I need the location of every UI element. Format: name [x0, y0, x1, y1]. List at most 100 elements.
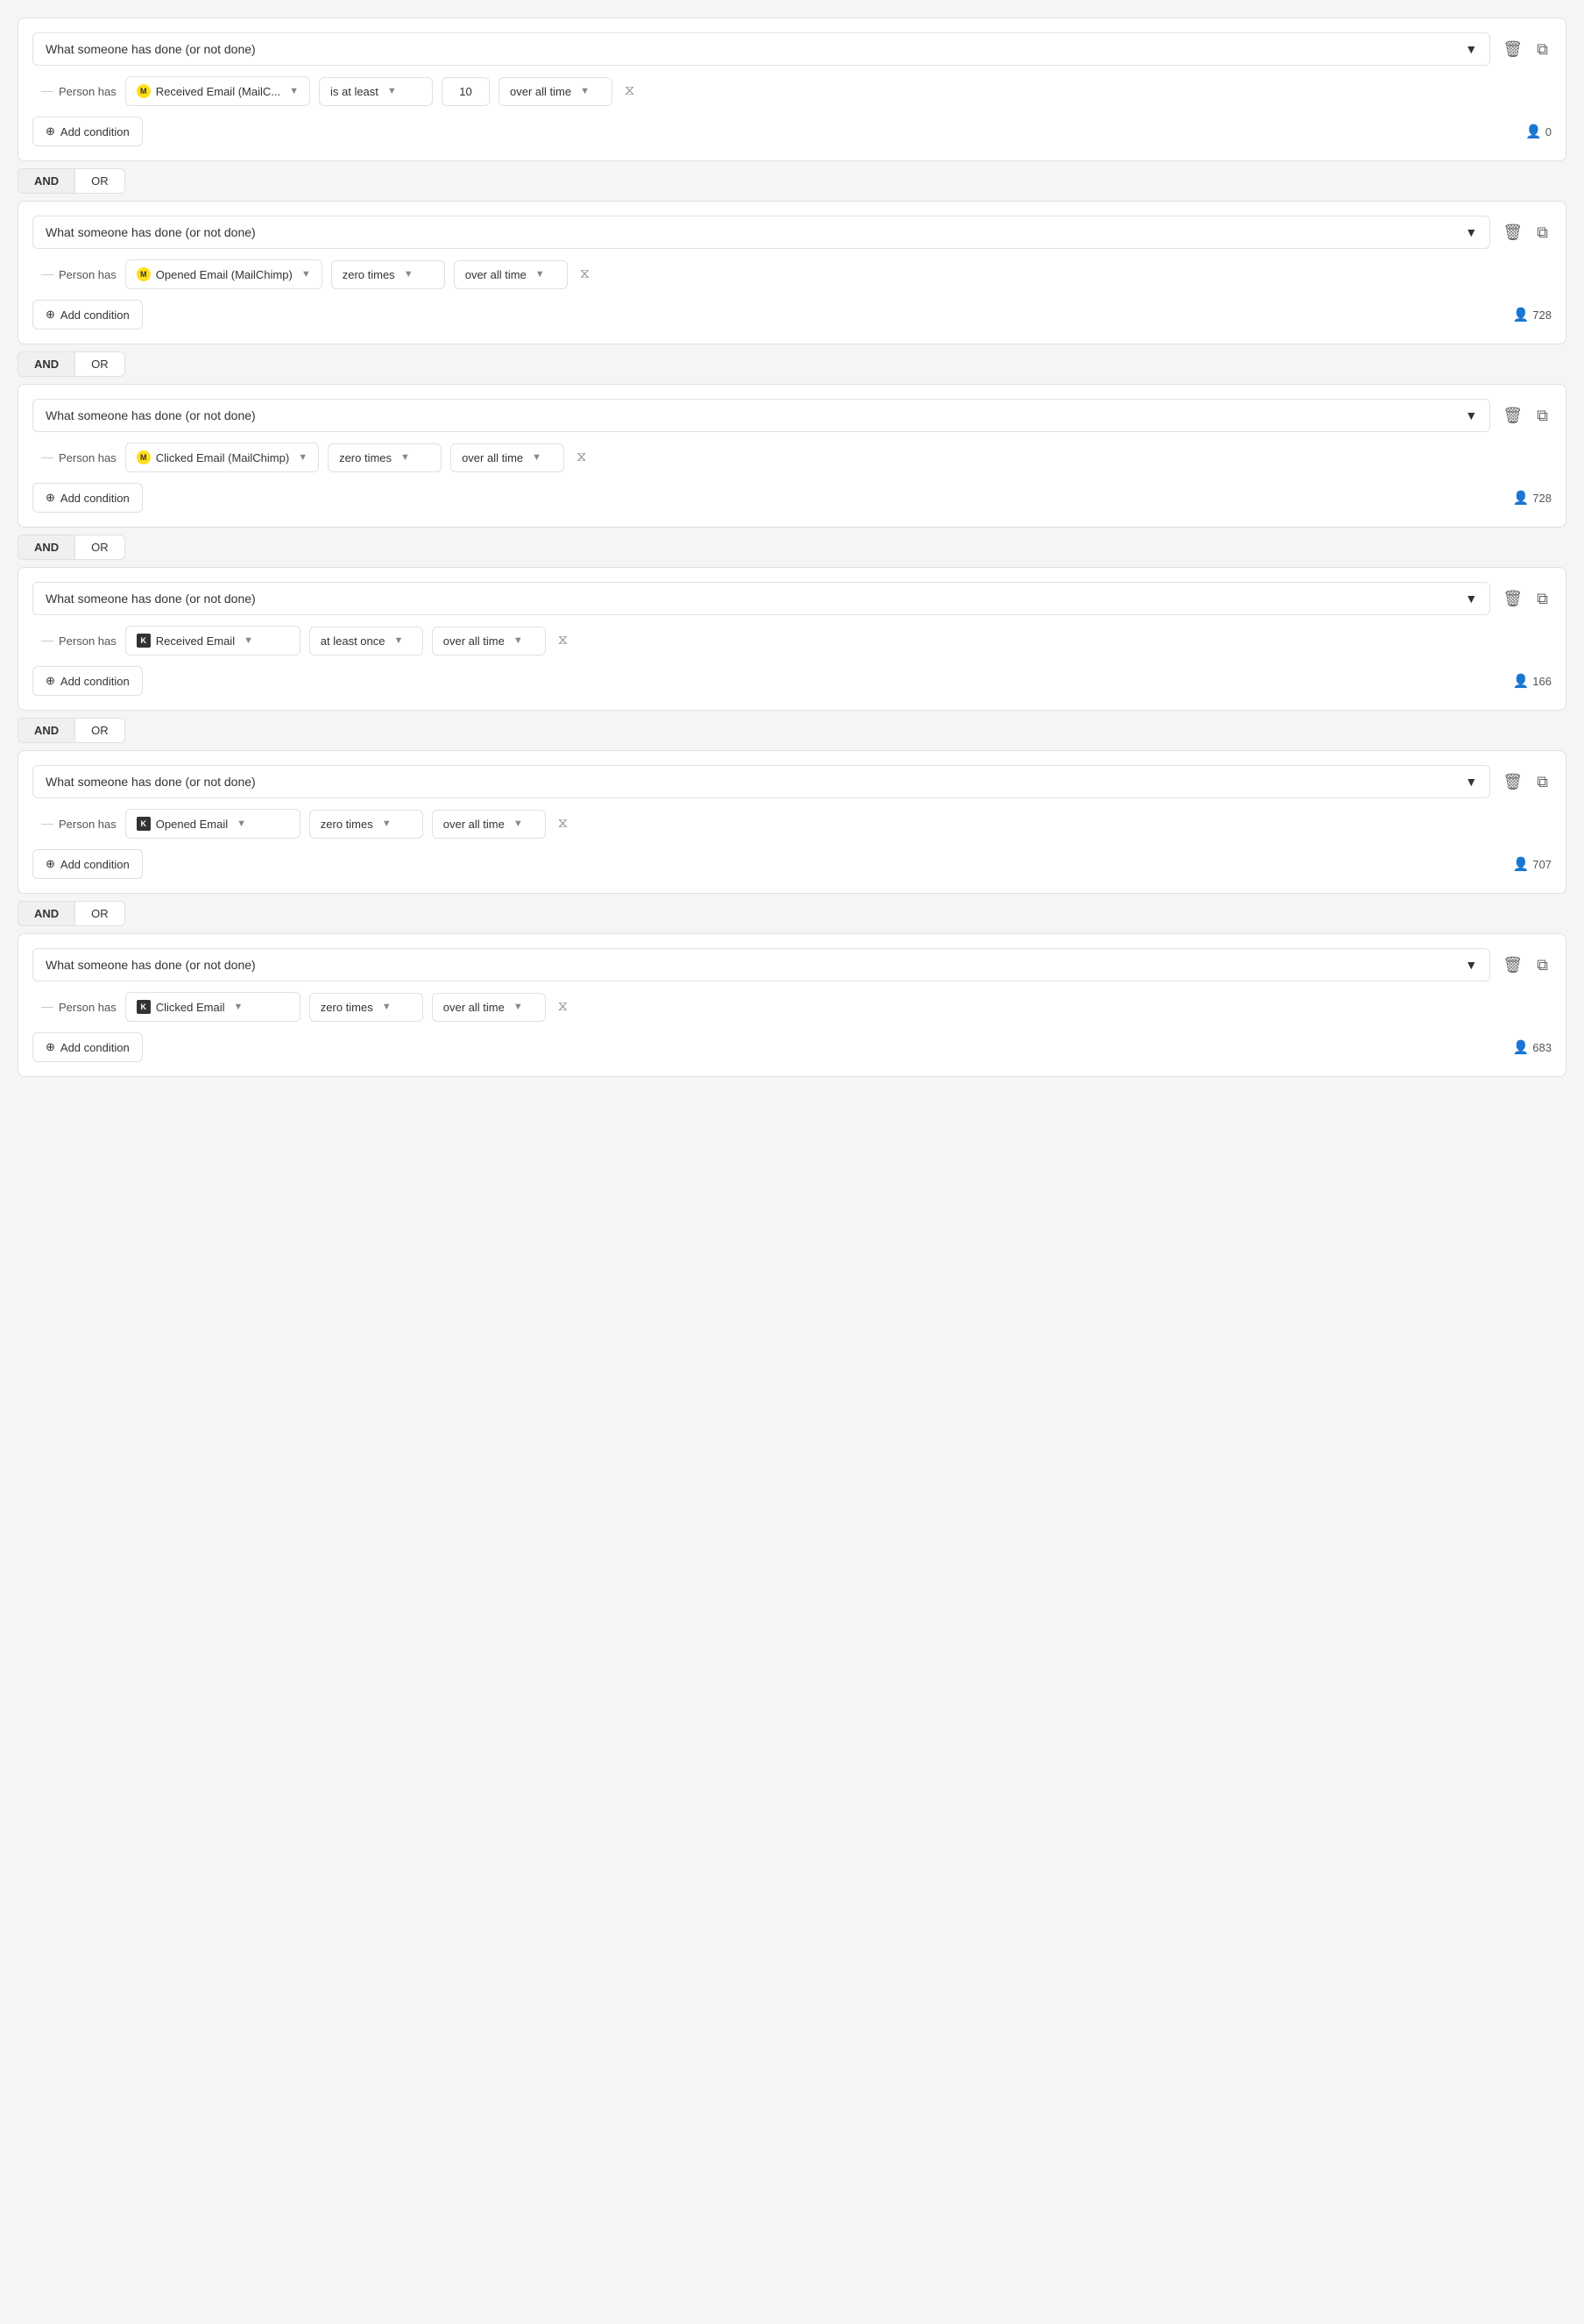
- person-count: 👤 0: [1525, 124, 1552, 139]
- count-value: 0: [1545, 125, 1552, 138]
- timeframe-label: over all time: [510, 85, 571, 98]
- frequency-label: zero times: [321, 818, 373, 831]
- block-title-select[interactable]: What someone has done (or not done) ▼: [32, 765, 1490, 798]
- or-button[interactable]: OR: [74, 535, 125, 560]
- filter-button[interactable]: ⧖: [573, 446, 590, 469]
- copy-button[interactable]: ⧉: [1533, 403, 1552, 429]
- timeframe-dropdown-block-1[interactable]: over all time ▼: [499, 77, 612, 106]
- block-title: What someone has done (or not done): [46, 225, 256, 239]
- delete-button[interactable]: 🗑: [1499, 953, 1526, 978]
- copy-button[interactable]: ⧉: [1533, 586, 1552, 612]
- add-condition-button[interactable]: ⊕ Add condition: [32, 300, 143, 329]
- frequency-dropdown-block-4[interactable]: at least once ▼: [309, 627, 423, 655]
- person-icon: 👤: [1525, 124, 1542, 139]
- chevron-down-icon: ▼: [244, 635, 253, 646]
- block-header: What someone has done (or not done) ▼ 🗑 …: [32, 216, 1552, 249]
- add-condition-label: Add condition: [60, 308, 130, 322]
- count-value: 707: [1532, 858, 1552, 871]
- person-icon: 👤: [1513, 673, 1530, 689]
- count-value: 166: [1532, 675, 1552, 688]
- event-label: Opened Email: [156, 818, 228, 831]
- delete-button[interactable]: 🗑: [1499, 220, 1526, 245]
- filter-button[interactable]: ⧖: [555, 629, 571, 652]
- add-condition-button[interactable]: ⊕ Add condition: [32, 1032, 143, 1062]
- block-header: What someone has done (or not done) ▼ 🗑 …: [32, 948, 1552, 981]
- person-icon: 👤: [1513, 856, 1530, 872]
- condition-block-block-1: What someone has done (or not done) ▼ 🗑 …: [18, 18, 1566, 161]
- or-button[interactable]: OR: [74, 718, 125, 743]
- add-condition-button[interactable]: ⊕ Add condition: [32, 117, 143, 146]
- block-title-select[interactable]: What someone has done (or not done) ▼: [32, 582, 1490, 615]
- event-dropdown-block-3[interactable]: M Clicked Email (MailChimp) ▼: [125, 443, 319, 472]
- block-actions: 🗑 ⧉: [1499, 403, 1552, 429]
- condition-row: Person has K Clicked Email ▼ zero times …: [32, 992, 1552, 1022]
- timeframe-dropdown-block-2[interactable]: over all time ▼: [454, 260, 568, 289]
- plus-icon: ⊕: [46, 674, 55, 688]
- or-button[interactable]: OR: [74, 168, 125, 194]
- copy-button[interactable]: ⧉: [1533, 37, 1552, 62]
- timeframe-dropdown-block-5[interactable]: over all time ▼: [432, 810, 546, 839]
- copy-button[interactable]: ⧉: [1533, 220, 1552, 245]
- event-dropdown-block-5[interactable]: K Opened Email ▼: [125, 809, 301, 839]
- event-dropdown-block-6[interactable]: K Clicked Email ▼: [125, 992, 301, 1022]
- person-has-label: Person has: [59, 634, 117, 648]
- add-condition-button[interactable]: ⊕ Add condition: [32, 666, 143, 696]
- filter-button[interactable]: ⧖: [555, 995, 571, 1018]
- frequency-dropdown-block-2[interactable]: zero times ▼: [331, 260, 445, 289]
- condition-row: Person has M Received Email (MailC... ▼ …: [32, 76, 1552, 106]
- block-title-select[interactable]: What someone has done (or not done) ▼: [32, 948, 1490, 981]
- mailchimp-icon: M: [137, 267, 151, 281]
- timeframe-dropdown-block-3[interactable]: over all time ▼: [450, 443, 564, 472]
- chevron-down-icon: ▼: [289, 86, 299, 96]
- delete-button[interactable]: 🗑: [1499, 586, 1526, 612]
- frequency-label: zero times: [343, 268, 395, 281]
- chevron-down-icon: ▼: [400, 452, 410, 463]
- and-button[interactable]: AND: [18, 168, 74, 194]
- add-condition-label: Add condition: [60, 125, 130, 138]
- person-count: 👤 707: [1513, 856, 1552, 872]
- block-title-select[interactable]: What someone has done (or not done) ▼: [32, 32, 1490, 66]
- or-button[interactable]: OR: [74, 351, 125, 377]
- delete-button[interactable]: 🗑: [1499, 403, 1526, 429]
- and-button[interactable]: AND: [18, 535, 74, 560]
- copy-button[interactable]: ⧉: [1533, 953, 1552, 978]
- block-title-select[interactable]: What someone has done (or not done) ▼: [32, 399, 1490, 432]
- filter-button[interactable]: ⧖: [621, 80, 638, 103]
- delete-button[interactable]: 🗑: [1499, 769, 1526, 795]
- block-title-select[interactable]: What someone has done (or not done) ▼: [32, 216, 1490, 249]
- frequency-dropdown-block-6[interactable]: zero times ▼: [309, 993, 423, 1022]
- condition-row: Person has M Clicked Email (MailChimp) ▼…: [32, 443, 1552, 472]
- filter-button[interactable]: ⧖: [555, 812, 571, 835]
- frequency-dropdown-block-5[interactable]: zero times ▼: [309, 810, 423, 839]
- block-title: What someone has done (or not done): [46, 592, 256, 606]
- add-condition-button[interactable]: ⊕ Add condition: [32, 849, 143, 879]
- delete-button[interactable]: 🗑: [1499, 37, 1526, 62]
- or-button[interactable]: OR: [74, 901, 125, 926]
- chevron-down-icon: ▼: [580, 86, 590, 96]
- block-actions: 🗑 ⧉: [1499, 586, 1552, 612]
- chevron-down-icon: ▼: [393, 635, 403, 646]
- frequency-dropdown-block-3[interactable]: zero times ▼: [328, 443, 442, 472]
- chevron-down-icon: ▼: [301, 269, 311, 280]
- timeframe-label: over all time: [443, 818, 505, 831]
- and-button[interactable]: AND: [18, 901, 74, 926]
- filter-button[interactable]: ⧖: [576, 263, 593, 286]
- add-condition-label: Add condition: [60, 675, 130, 688]
- frequency-number-input[interactable]: [442, 77, 490, 106]
- and-button[interactable]: AND: [18, 718, 74, 743]
- frequency-dropdown-block-1[interactable]: is at least ▼: [319, 77, 433, 106]
- chevron-down-icon: ▼: [1465, 225, 1477, 239]
- timeframe-dropdown-block-6[interactable]: over all time ▼: [432, 993, 546, 1022]
- and-button[interactable]: AND: [18, 351, 74, 377]
- mailchimp-icon: M: [137, 84, 151, 98]
- add-condition-button[interactable]: ⊕ Add condition: [32, 483, 143, 513]
- event-dropdown-block-1[interactable]: M Received Email (MailC... ▼: [125, 76, 310, 106]
- frequency-label: is at least: [330, 85, 378, 98]
- copy-button[interactable]: ⧉: [1533, 769, 1552, 795]
- chevron-down-icon: ▼: [532, 452, 541, 463]
- chevron-down-icon: ▼: [237, 818, 246, 829]
- chevron-down-icon: ▼: [513, 635, 523, 646]
- event-dropdown-block-2[interactable]: M Opened Email (MailChimp) ▼: [125, 259, 322, 289]
- timeframe-dropdown-block-4[interactable]: over all time ▼: [432, 627, 546, 655]
- event-dropdown-block-4[interactable]: K Received Email ▼: [125, 626, 301, 655]
